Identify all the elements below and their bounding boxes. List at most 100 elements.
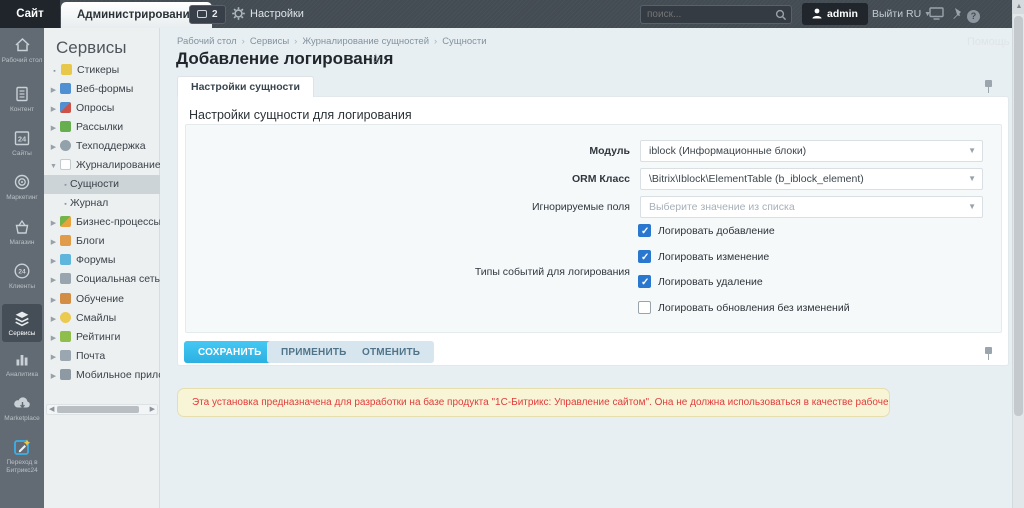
sidebar-item-polls[interactable]: ▶ Опросы bbox=[44, 99, 160, 118]
breadcrumb-entity-logging[interactable]: Журналирование сущностей bbox=[302, 36, 429, 47]
expand-arrow-icon[interactable]: ▶ bbox=[49, 348, 58, 366]
tab-entity-settings[interactable]: Настройки сущности bbox=[177, 76, 314, 97]
learning-icon bbox=[60, 293, 71, 304]
user-menu-button[interactable]: admin bbox=[802, 3, 868, 25]
save-button[interactable]: СОХРАНИТЬ bbox=[184, 341, 276, 363]
vertical-scrollbar[interactable]: ▲ bbox=[1012, 0, 1024, 508]
sidebar-item-journal[interactable]: ▪ Журнал bbox=[44, 194, 160, 213]
logout-link[interactable]: Выйти bbox=[872, 0, 903, 28]
checkbox[interactable] bbox=[638, 301, 651, 314]
language-selector[interactable]: RU ▼ bbox=[906, 0, 931, 28]
expand-arrow-icon[interactable]: ▶ bbox=[49, 214, 58, 232]
checkbox[interactable] bbox=[638, 250, 651, 265]
sites-icon: 24 bbox=[0, 129, 44, 148]
module-field-label: Модуль bbox=[589, 145, 630, 157]
pin-panel-icon[interactable] bbox=[951, 7, 963, 20]
sidebar-item-stickers[interactable]: ▪ Стикеры bbox=[44, 61, 160, 80]
rail-item-content[interactable]: Контент bbox=[0, 85, 44, 114]
expand-arrow-icon[interactable]: ▶ bbox=[49, 81, 58, 99]
search-input[interactable] bbox=[647, 7, 771, 22]
expand-arrow-icon[interactable]: ▶ bbox=[49, 367, 58, 385]
rail-label: Маркетинг bbox=[6, 194, 38, 201]
chevron-down-icon: ▼ bbox=[968, 146, 976, 155]
sidebar-item-bizproc[interactable]: ▶ Бизнес-процессы bbox=[44, 213, 160, 232]
expand-arrow-icon[interactable]: ▶ bbox=[49, 271, 58, 289]
expand-arrow-icon[interactable]: ▶ bbox=[49, 329, 58, 347]
scroll-up-icon[interactable]: ▲ bbox=[1013, 0, 1024, 14]
module-select-value: iblock (Информационные блоки) bbox=[649, 145, 807, 157]
checkbox-row-log-add[interactable]: Логировать добавление bbox=[638, 224, 775, 240]
sidebar-item-forums[interactable]: ▶ Форумы bbox=[44, 251, 160, 270]
rail-item-sites[interactable]: 24 Сайты bbox=[0, 129, 44, 158]
left-rail: Рабочий стол Контент 24 Сайты Маркетинг … bbox=[0, 28, 44, 508]
bullet-icon: ▪ bbox=[53, 68, 56, 75]
sidebar-item-social[interactable]: ▶ Социальная сеть bbox=[44, 270, 160, 289]
dev-installation-warning: Эта установка предназначена для разработ… bbox=[177, 388, 890, 417]
notifications-button[interactable]: 2 bbox=[189, 5, 226, 24]
clients-icon: 24 bbox=[0, 262, 44, 281]
sidebar-services-menu: Сервисы ▪ Стикеры ▶ Веб-формы ▶ Опросы ▶ Рас… bbox=[44, 28, 160, 508]
scrollbar-thumb[interactable] bbox=[57, 406, 139, 413]
sidebar-item-mobile-app[interactable]: ▶Мобильное приложение bbox=[44, 366, 160, 385]
rail-item-clients[interactable]: 24 Клиенты bbox=[0, 262, 44, 291]
expand-arrow-icon[interactable]: ▶ bbox=[49, 310, 58, 328]
checkbox-row-log-unchanged[interactable]: Логировать обновления без изменений bbox=[638, 301, 850, 317]
rail-item-marketplace[interactable]: Marketplace bbox=[0, 394, 44, 423]
sidebar-item-support[interactable]: ▶ Техподдержка bbox=[44, 137, 160, 156]
scrollbar-thumb[interactable] bbox=[1014, 16, 1023, 416]
desktop-mode-icon[interactable] bbox=[929, 7, 944, 20]
scroll-left-icon[interactable]: ◀ bbox=[49, 405, 54, 414]
expand-arrow-icon[interactable]: ▶ bbox=[49, 252, 58, 270]
expand-arrow-icon[interactable]: ▶ bbox=[49, 291, 58, 309]
expand-arrow-icon[interactable]: ▶ bbox=[49, 100, 58, 118]
rail-item-shop[interactable]: Магазин bbox=[0, 218, 44, 247]
breadcrumb-entities[interactable]: Сущности bbox=[442, 36, 486, 47]
orm-class-select[interactable]: \Bitrix\Iblock\ElementTable (b_iblock_el… bbox=[640, 168, 983, 190]
expand-arrow-icon[interactable]: ▶ bbox=[49, 233, 58, 251]
sidebar-item-webforms[interactable]: ▶ Веб-формы bbox=[44, 80, 160, 99]
checkbox-row-log-change[interactable]: Логировать изменение bbox=[638, 250, 769, 266]
sidebar-horizontal-scrollbar[interactable]: ◀ ▶ bbox=[46, 404, 158, 415]
sidebar-item-blogs[interactable]: ▶ Блоги bbox=[44, 232, 160, 251]
rail-item-marketing[interactable]: Маркетинг bbox=[0, 173, 44, 202]
rail-item-desktop[interactable]: Рабочий стол bbox=[0, 36, 44, 65]
cancel-button[interactable]: ОТМЕНИТЬ bbox=[348, 341, 435, 363]
sidebar-item-learning[interactable]: ▶ Обучение bbox=[44, 290, 160, 309]
checkbox-row-log-delete[interactable]: Логировать удаление bbox=[638, 275, 763, 291]
checkbox[interactable] bbox=[638, 275, 651, 290]
rail-item-bitrix24[interactable]: Переход в Битрикс24 bbox=[0, 438, 44, 474]
expand-arrow-icon[interactable]: ▶ bbox=[49, 138, 58, 156]
desktop-icon bbox=[0, 36, 44, 55]
sidebar-item-smileys[interactable]: ▶ Смайлы bbox=[44, 309, 160, 328]
expand-arrow-icon[interactable]: ▶ bbox=[49, 119, 58, 137]
breadcrumb: Рабочий стол › Сервисы › Журналирование сущн… bbox=[177, 36, 487, 47]
scroll-right-icon[interactable]: ▶ bbox=[150, 405, 155, 414]
breadcrumb-services[interactable]: Сервисы bbox=[250, 36, 289, 47]
rail-label: Контент bbox=[9, 106, 35, 113]
sidebar-item-newsletters[interactable]: ▶ Рассылки bbox=[44, 118, 160, 137]
search-icon[interactable] bbox=[775, 9, 787, 21]
checkbox[interactable] bbox=[638, 224, 651, 239]
favorite-star-icon[interactable]: ☆ bbox=[369, 50, 382, 68]
apply-button[interactable]: ПРИМЕНИТЬ bbox=[267, 341, 361, 363]
sidebar-item-entities[interactable]: ▪ Сущности bbox=[44, 175, 160, 194]
newsletter-icon bbox=[60, 121, 71, 132]
sidebar-item-mail[interactable]: ▶ Почта bbox=[44, 347, 160, 366]
pin-settings-icon[interactable] bbox=[984, 80, 993, 94]
collapse-arrow-icon[interactable]: ▼ bbox=[49, 157, 58, 175]
sidebar-item-entity-logging[interactable]: ▼Журналирование сущностей bbox=[44, 156, 160, 175]
ignored-fields-placeholder: Выберите значение из списка bbox=[649, 201, 795, 213]
orm-class-select-value: \Bitrix\Iblock\ElementTable (b_iblock_el… bbox=[649, 173, 864, 185]
rail-item-analytics[interactable]: Аналитика bbox=[0, 350, 44, 379]
rail-item-services[interactable]: Сервисы bbox=[2, 304, 42, 342]
breadcrumb-desktop[interactable]: Рабочий стол bbox=[177, 36, 237, 47]
pin-buttons-icon[interactable] bbox=[984, 347, 993, 361]
ignored-fields-select[interactable]: Выберите значение из списка ▼ bbox=[640, 196, 983, 218]
language-label: RU bbox=[906, 8, 922, 20]
rail-label: Переход в Битрикс24 bbox=[6, 459, 38, 474]
tab-site[interactable]: Сайт bbox=[0, 0, 60, 28]
sidebar-item-ratings[interactable]: ▶ Рейтинги bbox=[44, 328, 160, 347]
topbar-settings-button[interactable]: Настройки bbox=[232, 0, 304, 28]
module-select[interactable]: iblock (Информационные блоки) ▼ bbox=[640, 140, 983, 162]
bullet-icon: ▪ bbox=[64, 201, 67, 208]
